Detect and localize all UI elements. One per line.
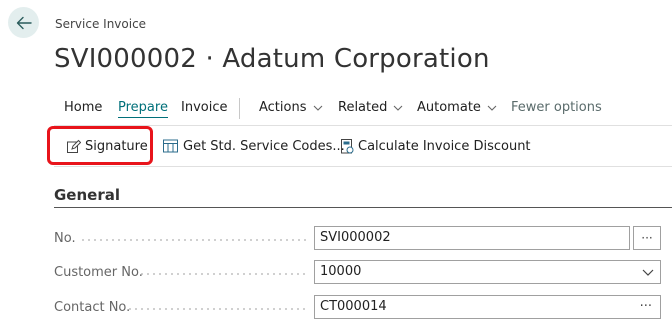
tab-related[interactable]: Related (338, 100, 403, 115)
get-std-service-codes-button[interactable]: Get Std. Service Codes... (163, 139, 345, 154)
section-title-general: General (54, 186, 120, 204)
signature-highlight-box (47, 126, 153, 165)
section-divider (54, 207, 672, 208)
calculate-invoice-discount-button[interactable]: Calculate Invoice Discount (340, 139, 531, 154)
field-label-no: No. (54, 231, 76, 246)
tab-prepare[interactable]: Prepare (118, 100, 168, 118)
page-title: SVI000002 · Adatum Corporation (54, 44, 490, 74)
contact-no-field[interactable]: CT000014 ··· (314, 295, 661, 319)
tab-automate[interactable]: Automate (417, 100, 497, 115)
tab-home[interactable]: Home (64, 100, 102, 115)
back-button[interactable] (8, 7, 39, 38)
fewer-options-button[interactable]: Fewer options (511, 100, 602, 115)
contact-no-value: CT000014 (320, 299, 387, 314)
tab-actions-label: Actions (259, 100, 307, 115)
actionbar-divider-bottom (54, 166, 672, 167)
tab-divider (239, 98, 240, 119)
breadcrumb: Service Invoice (55, 17, 147, 31)
field-label-customer-no: Customer No. (54, 265, 143, 280)
customer-no-field[interactable]: 10000 (314, 260, 661, 284)
chevron-down-icon (393, 105, 403, 111)
service-codes-icon (163, 139, 178, 153)
chevron-down-icon[interactable] (642, 266, 654, 278)
field-label-contact-no: Contact No. (54, 300, 131, 315)
field-leader-dots (80, 239, 308, 241)
tab-automate-label: Automate (417, 100, 481, 115)
arrow-left-icon (16, 16, 32, 29)
tab-related-label: Related (338, 100, 388, 115)
tab-invoice[interactable]: Invoice (181, 100, 227, 115)
field-leader-dots (139, 273, 308, 275)
no-assist-button[interactable]: ··· (633, 226, 661, 250)
no-field[interactable]: SVI000002 (314, 226, 630, 250)
calculate-invoice-discount-label: Calculate Invoice Discount (358, 139, 531, 154)
more-options-icon: ··· (641, 231, 653, 245)
customer-no-value: 10000 (320, 264, 362, 279)
calculator-icon (341, 139, 354, 154)
chevron-down-icon (313, 105, 322, 111)
more-options-icon[interactable]: ··· (640, 296, 652, 318)
get-std-service-codes-label: Get Std. Service Codes... (183, 139, 345, 154)
tab-actions[interactable]: Actions (259, 100, 323, 115)
chevron-down-icon (487, 105, 497, 111)
field-leader-dots (127, 308, 308, 310)
